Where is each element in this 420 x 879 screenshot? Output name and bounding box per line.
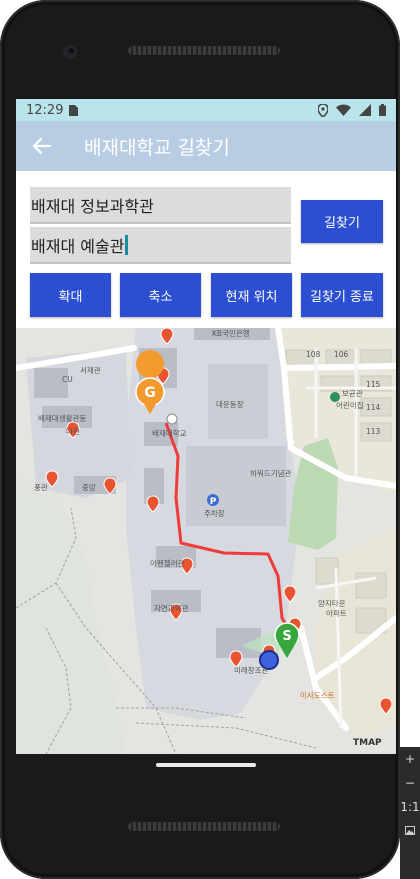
status-bar: 12:29	[16, 99, 396, 121]
svg-text:하워드기념관: 하워드기념관	[250, 468, 291, 478]
route-form: 배재대 정보과학관 배재대 예술관 길찾기 확대 축소 현재 위치 길찾기 종료	[16, 171, 396, 323]
map-view[interactable]: P G S KB국민은행 서재관 CU 배재대생활관동 다관 배재대학교 대운동…	[16, 328, 396, 754]
text-cursor	[125, 234, 129, 255]
tmap-logo: TMAP	[353, 738, 382, 748]
svg-text:108: 108	[306, 350, 321, 359]
svg-text:보균관: 보균관	[342, 388, 363, 398]
system-nav-bar	[16, 754, 396, 782]
university-icon	[166, 413, 178, 425]
current-location-button[interactable]: 현재 위치	[211, 273, 292, 317]
end-route-button[interactable]: 길찾기 종료	[301, 273, 383, 317]
end-input-value: 배재대 예술관	[31, 236, 125, 256]
page-title: 배재대학교 길찾기	[84, 136, 230, 159]
svg-text:자연과학관: 자연과학관	[154, 603, 189, 613]
start-input-value: 배재대 정보과학관	[31, 196, 154, 216]
emulator-ratio-button[interactable]: 1:1	[400, 795, 420, 819]
svg-text:양지타운: 양지타운	[318, 599, 346, 608]
battery-icon	[379, 104, 386, 116]
signal-icon	[359, 104, 371, 116]
sim-icon	[69, 104, 79, 116]
bottom-speaker	[128, 822, 280, 831]
emulator-zoom-out-button[interactable]: −	[400, 771, 420, 795]
svg-text:이사도스트: 이사도스트	[300, 690, 335, 700]
svg-text:서재관: 서재관	[80, 365, 101, 375]
svg-text:주차장: 주차장	[204, 508, 225, 518]
start-input[interactable]: 배재대 정보과학관	[30, 187, 291, 224]
map-canvas: P G S KB국민은행 서재관 CU 배재대생활관동 다관 배재대학교 대운동…	[16, 328, 396, 754]
svg-text:106: 106	[334, 350, 349, 359]
end-input[interactable]: 배재대 예술관	[30, 227, 291, 264]
emulator-zoom-in-button[interactable]: +	[400, 747, 420, 771]
svg-text:다관: 다관	[66, 426, 80, 436]
find-route-button[interactable]: 길찾기	[301, 200, 383, 243]
front-camera	[63, 45, 77, 59]
svg-text:114: 114	[366, 403, 381, 412]
screen: 12:29 배재대학교 길찾기 배재대 정보과학관 배재대 예술관 길찾기 확대…	[16, 99, 396, 754]
svg-text:배재대생활관동: 배재대생활관동	[38, 413, 86, 423]
zoom-out-button[interactable]: 축소	[120, 273, 201, 317]
zoom-in-button[interactable]: 확대	[30, 273, 111, 317]
arrow-left-icon	[33, 138, 51, 154]
top-speaker	[128, 46, 280, 55]
svg-text:G: G	[144, 385, 156, 401]
svg-text:113: 113	[366, 427, 381, 436]
app-bar: 배재대학교 길찾기	[16, 121, 396, 171]
svg-text:KB국민은행: KB국민은행	[212, 328, 250, 338]
svg-text:아펜젤러관: 아펜젤러관	[150, 558, 185, 568]
wifi-icon	[336, 104, 351, 116]
home-gesture-bar[interactable]	[156, 763, 256, 767]
svg-text:115: 115	[366, 380, 381, 389]
svg-text:어린이집: 어린이집	[336, 400, 364, 410]
back-button[interactable]	[16, 138, 68, 154]
status-time: 12:29	[26, 102, 64, 118]
svg-text:P: P	[210, 497, 217, 507]
svg-text:대운동장: 대운동장	[216, 399, 244, 409]
svg-text:아파트: 아파트	[326, 608, 347, 618]
phone-frame: 12:29 배재대학교 길찾기 배재대 정보과학관 배재대 예술관 길찾기 확대…	[0, 0, 400, 879]
emulator-zoom-controls: + − 1:1	[400, 747, 420, 879]
svg-text:미래창조관: 미래창조관	[234, 665, 269, 675]
emulator-screenshot-button[interactable]	[400, 819, 420, 843]
svg-text:S: S	[282, 629, 291, 644]
location-icon	[318, 103, 328, 117]
parking-lot	[186, 446, 286, 526]
svg-text:풍관: 풍관	[34, 482, 48, 492]
svg-text:중앙: 중앙	[82, 482, 96, 492]
svg-text:배재대학교: 배재대학교	[152, 428, 187, 438]
svg-text:CU: CU	[62, 375, 73, 384]
image-icon	[405, 826, 415, 835]
